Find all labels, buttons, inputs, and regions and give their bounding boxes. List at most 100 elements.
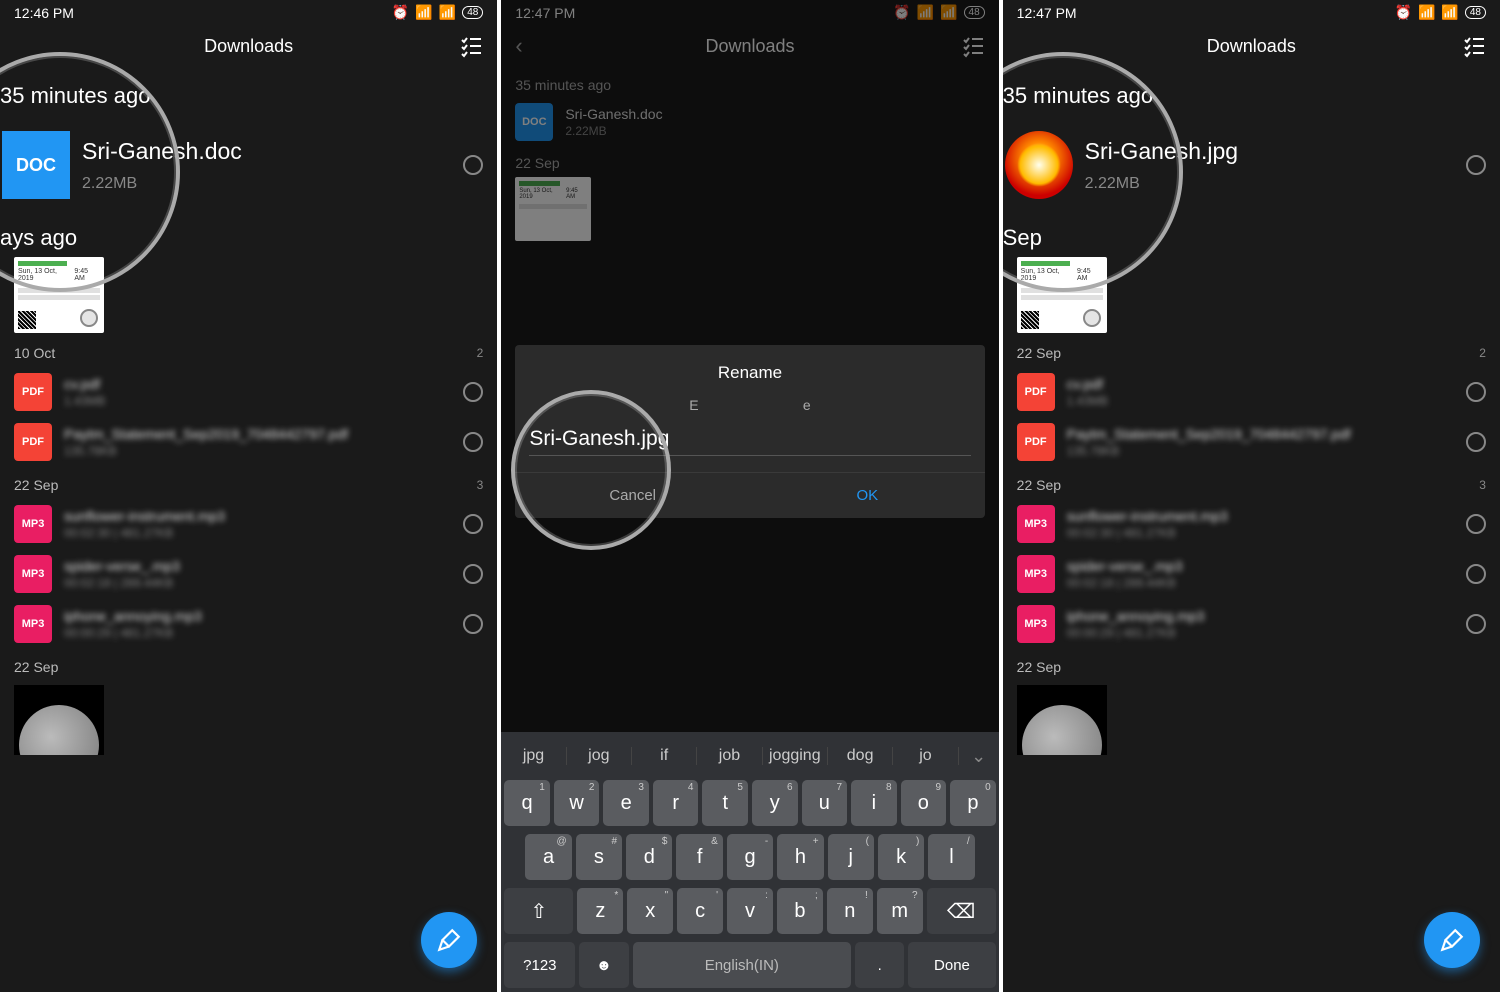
key-r[interactable]: r4	[653, 780, 699, 826]
ticket-thumbnail[interactable]: Sun, 13 Oct, 20199:45 AM	[1017, 257, 1107, 333]
key-l[interactable]: l/	[928, 834, 974, 880]
file-row-featured[interactable]: DOC Sri-Ganesh.doc 2.22MB	[0, 125, 497, 205]
file-name: spider-verse_.mp3	[64, 558, 455, 574]
ok-button[interactable]: OK	[750, 473, 985, 518]
key-d[interactable]: d$	[626, 834, 672, 880]
file-row[interactable]: PDF Paytm_Statement_Sep2019_7048442797.p…	[0, 417, 497, 467]
select-checkbox[interactable]	[463, 382, 483, 402]
suggestion-bar: jpg jog if job jogging dog jo ⌄	[501, 736, 998, 776]
key-o[interactable]: o9	[901, 780, 947, 826]
file-row[interactable]: PDF cv.pdf1.43MB	[1003, 367, 1500, 417]
keyboard-row: ⇧ z*x"c'v:b;n!m? ⌫	[501, 884, 998, 938]
select-checkbox[interactable]	[1466, 382, 1486, 402]
key-g[interactable]: g-	[727, 834, 773, 880]
chevron-down-icon[interactable]: ⌄	[959, 746, 999, 767]
file-row[interactable]: MP3 iphone_annoying.mp300:00:29 | 481.27…	[1003, 599, 1500, 649]
done-key[interactable]: Done	[908, 942, 995, 988]
select-checkbox[interactable]	[1466, 432, 1486, 452]
space-key[interactable]: English(IN)	[633, 942, 852, 988]
file-size: 00:00:29 | 481.27KB	[1067, 626, 1458, 640]
key-w[interactable]: w2	[554, 780, 600, 826]
suggestion[interactable]: jog	[567, 747, 632, 765]
checklist-icon	[459, 34, 483, 58]
suggestion[interactable]: job	[697, 747, 762, 765]
date-header: 22 Sep 3	[0, 467, 497, 499]
image-thumbnail[interactable]	[1017, 685, 1107, 755]
key-t[interactable]: t5	[702, 780, 748, 826]
file-name: Sri-Ganesh.doc	[82, 138, 455, 165]
file-type-icon-mp3: MP3	[1017, 605, 1055, 643]
qr-code-icon	[18, 311, 36, 329]
file-name: cv.pdf	[64, 376, 455, 392]
cancel-button[interactable]: Cancel	[515, 473, 750, 518]
key-a[interactable]: a@	[525, 834, 571, 880]
file-row[interactable]: PDF Paytm_Statement_Sep2019_7048442797.p…	[1003, 417, 1500, 467]
select-checkbox[interactable]	[463, 514, 483, 534]
status-bar: 12:47 PM ⏰ 📶 📶 48	[1003, 0, 1500, 23]
shift-key[interactable]: ⇧	[504, 888, 573, 934]
select-mode-button[interactable]	[1462, 34, 1486, 58]
emoji-key[interactable]: ☻	[579, 942, 628, 988]
key-f[interactable]: f&	[676, 834, 722, 880]
file-name: Paytm_Statement_Sep2019_7048442797.pdf	[1067, 426, 1458, 442]
key-x[interactable]: x"	[627, 888, 673, 934]
clock: 12:46 PM	[14, 5, 74, 21]
file-row[interactable]: MP3 sunflower-instrument.mp300:02:30 | 4…	[0, 499, 497, 549]
key-s[interactable]: s#	[576, 834, 622, 880]
key-h[interactable]: h+	[777, 834, 823, 880]
key-e[interactable]: e3	[603, 780, 649, 826]
file-name: iphone_annoying.mp3	[64, 608, 455, 624]
select-checkbox[interactable]	[1466, 155, 1486, 175]
suggestion[interactable]: jogging	[763, 747, 828, 765]
image-thumbnail[interactable]	[14, 685, 104, 755]
key-u[interactable]: u7	[802, 780, 848, 826]
key-y[interactable]: y6	[752, 780, 798, 826]
select-checkbox[interactable]	[1083, 309, 1101, 327]
clean-fab[interactable]	[421, 912, 477, 968]
file-row[interactable]: MP3 spider-verse_.mp300:02:18 | 289.44KB	[0, 549, 497, 599]
file-row-featured[interactable]: Sri-Ganesh.jpg 2.22MB	[1003, 125, 1500, 205]
suggestion[interactable]: jpg	[501, 747, 566, 765]
key-z[interactable]: z*	[577, 888, 623, 934]
clean-fab[interactable]	[1424, 912, 1480, 968]
key-b[interactable]: b;	[777, 888, 823, 934]
select-checkbox[interactable]	[463, 432, 483, 452]
key-p[interactable]: p0	[950, 780, 996, 826]
symbols-key[interactable]: ?123	[504, 942, 575, 988]
select-checkbox[interactable]	[463, 614, 483, 634]
key-m[interactable]: m?	[877, 888, 923, 934]
select-mode-button[interactable]	[459, 34, 483, 58]
file-row[interactable]: MP3 spider-verse_.mp300:02:18 | 289.44KB	[1003, 549, 1500, 599]
select-checkbox[interactable]	[463, 155, 483, 175]
key-k[interactable]: k)	[878, 834, 924, 880]
battery-badge: 48	[1465, 6, 1486, 19]
file-row[interactable]: PDF cv.pdf1.43MB	[0, 367, 497, 417]
key-i[interactable]: i8	[851, 780, 897, 826]
suggestion[interactable]: dog	[828, 747, 893, 765]
ticket-thumbnail[interactable]: Sun, 13 Oct, 20199:45 AM	[14, 257, 104, 333]
key-q[interactable]: q1	[504, 780, 550, 826]
key-c[interactable]: c'	[677, 888, 723, 934]
backspace-key[interactable]: ⌫	[927, 888, 996, 934]
app-header: Downloads	[1003, 23, 1500, 69]
period-key[interactable]: .	[855, 942, 904, 988]
dialog-subtitle: E nter a new nam e	[515, 397, 984, 413]
suggestion[interactable]: if	[632, 747, 697, 765]
rename-input[interactable]	[529, 423, 970, 456]
phone-screenshot-1: 12:46 PM ⏰ 📶 📶 48 Downloads 35 minutes a…	[0, 0, 497, 992]
file-name: Paytm_Statement_Sep2019_7048442797.pdf	[64, 426, 455, 442]
select-checkbox[interactable]	[1466, 564, 1486, 584]
select-checkbox[interactable]	[463, 564, 483, 584]
suggestion[interactable]: jo	[893, 747, 958, 765]
file-type-icon-doc: DOC	[2, 131, 70, 199]
key-n[interactable]: n!	[827, 888, 873, 934]
alarm-icon: ⏰	[1395, 4, 1412, 21]
count-badge: 2	[1479, 346, 1486, 360]
select-checkbox[interactable]	[80, 309, 98, 327]
key-v[interactable]: v:	[727, 888, 773, 934]
select-checkbox[interactable]	[1466, 614, 1486, 634]
key-j[interactable]: j(	[828, 834, 874, 880]
select-checkbox[interactable]	[1466, 514, 1486, 534]
file-row[interactable]: MP3 iphone_annoying.mp300:00:29 | 481.27…	[0, 599, 497, 649]
file-row[interactable]: MP3 sunflower-instrument.mp300:02:30 | 4…	[1003, 499, 1500, 549]
